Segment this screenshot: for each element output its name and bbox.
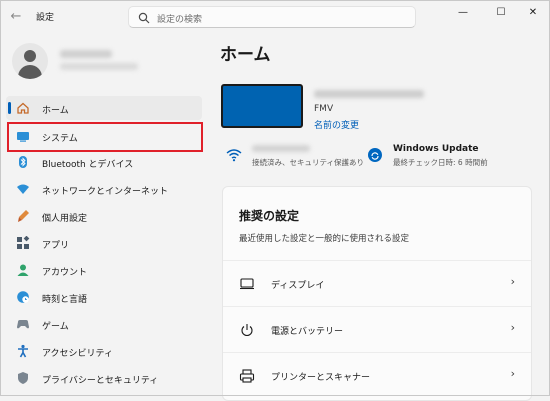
- brush-icon: [18, 210, 29, 222]
- sidebar-item-personalization[interactable]: 個人用設定: [6, 204, 202, 228]
- globe-clock-icon: [17, 291, 29, 303]
- row-printers-scanners[interactable]: プリンターとスキャナー ›: [223, 352, 531, 399]
- search-placeholder: 設定の検索: [157, 15, 203, 25]
- avatar-head-shape: [24, 50, 36, 62]
- sidebar-item-label: アクセシビリティ: [42, 349, 114, 359]
- bluetooth-icon: [19, 156, 27, 168]
- search-input[interactable]: 設定の検索: [128, 6, 416, 28]
- sidebar-item-time-language[interactable]: 時刻と言語: [6, 285, 202, 309]
- home-icon: [17, 102, 29, 114]
- minimize-button[interactable]: —: [446, 4, 480, 22]
- gamepad-icon: [17, 320, 29, 329]
- sidebar-item-label: アカウント: [42, 268, 88, 278]
- sidebar-item-label: 時刻と言語: [42, 295, 88, 305]
- sidebar-item-accounts[interactable]: アカウント: [6, 258, 202, 282]
- refresh-icon: [371, 152, 379, 160]
- chevron-right-icon: ›: [510, 275, 515, 288]
- back-button[interactable]: ←: [6, 8, 26, 26]
- windows-update-icon[interactable]: [368, 148, 382, 162]
- person-icon: [17, 264, 29, 276]
- row-power-battery[interactable]: 電源とバッテリー ›: [223, 306, 531, 353]
- row-label: プリンターとスキャナー: [271, 373, 371, 383]
- windows-update-status: 最終チェック日時: 6 時間前: [393, 158, 488, 167]
- highlight-box: [7, 122, 203, 152]
- wifi-status-icon[interactable]: [226, 148, 242, 162]
- profile-email-redacted: [60, 63, 138, 70]
- title-bar: ← 設定 設定の検索 — ☐ ✕: [0, 0, 550, 34]
- sidebar-item-label: アプリ: [42, 241, 70, 251]
- app-title: 設定: [36, 13, 55, 23]
- profile-name-redacted: [60, 50, 112, 58]
- card-title: 推奨の設定: [239, 209, 300, 223]
- sidebar-item-apps[interactable]: アプリ: [6, 231, 202, 255]
- apps-icon: [17, 236, 30, 249]
- device-model: FMV: [314, 104, 334, 114]
- active-indicator: [8, 102, 11, 114]
- maximize-button[interactable]: ☐: [484, 4, 518, 22]
- sidebar-item-label: プライバシーとセキュリティ: [42, 376, 159, 386]
- device-image: [221, 84, 303, 128]
- windows-update-title[interactable]: Windows Update: [393, 144, 479, 154]
- display-icon: [240, 278, 254, 290]
- recommended-settings-card: 推奨の設定 最近使用した設定と一般的に使用される設定 ディスプレイ › 電源とバ…: [222, 186, 532, 401]
- sidebar-item-privacy-security[interactable]: プライバシーとセキュリティ: [6, 366, 202, 390]
- sidebar-item-bluetooth[interactable]: Bluetooth とデバイス: [6, 150, 202, 174]
- sidebar-item-label: 個人用設定: [42, 214, 88, 224]
- chevron-right-icon: ›: [510, 367, 515, 380]
- search-icon: [138, 12, 150, 24]
- wifi-icon: [17, 184, 29, 194]
- sidebar-item-home[interactable]: ホーム: [6, 96, 202, 120]
- avatar-body-shape: [18, 65, 42, 79]
- device-name-redacted: [314, 90, 424, 98]
- power-icon: [241, 324, 253, 337]
- network-name-redacted: [252, 145, 310, 152]
- chevron-right-icon: ›: [510, 321, 515, 334]
- row-label: ディスプレイ: [271, 281, 325, 291]
- row-display[interactable]: ディスプレイ ›: [223, 260, 531, 307]
- row-label: 電源とバッテリー: [271, 327, 344, 337]
- sidebar-item-network[interactable]: ネットワークとインターネット: [6, 177, 202, 201]
- settings-window: ← 設定 設定の検索 — ☐ ✕ ホーム システム Bluetooth とデバイ…: [0, 0, 550, 401]
- sidebar-item-label: ネットワークとインターネット: [42, 187, 169, 197]
- close-button[interactable]: ✕: [516, 4, 550, 22]
- sidebar-item-label: ホーム: [42, 106, 69, 116]
- network-status: 接続済み、セキュリティ保護あり: [252, 158, 365, 167]
- accessibility-icon: [18, 344, 28, 358]
- sidebar-item-gaming[interactable]: ゲーム: [6, 312, 202, 336]
- shield-icon: [18, 372, 28, 384]
- sidebar-item-accessibility[interactable]: アクセシビリティ: [6, 339, 202, 363]
- sidebar-item-label: ゲーム: [42, 322, 69, 332]
- page-title: ホーム: [220, 45, 271, 65]
- avatar[interactable]: [12, 43, 48, 79]
- printer-icon: [239, 369, 255, 383]
- card-subtitle: 最近使用した設定と一般的に使用される設定: [239, 234, 410, 244]
- sidebar-item-label: Bluetooth とデバイス: [42, 160, 134, 170]
- rename-link[interactable]: 名前の変更: [314, 118, 359, 131]
